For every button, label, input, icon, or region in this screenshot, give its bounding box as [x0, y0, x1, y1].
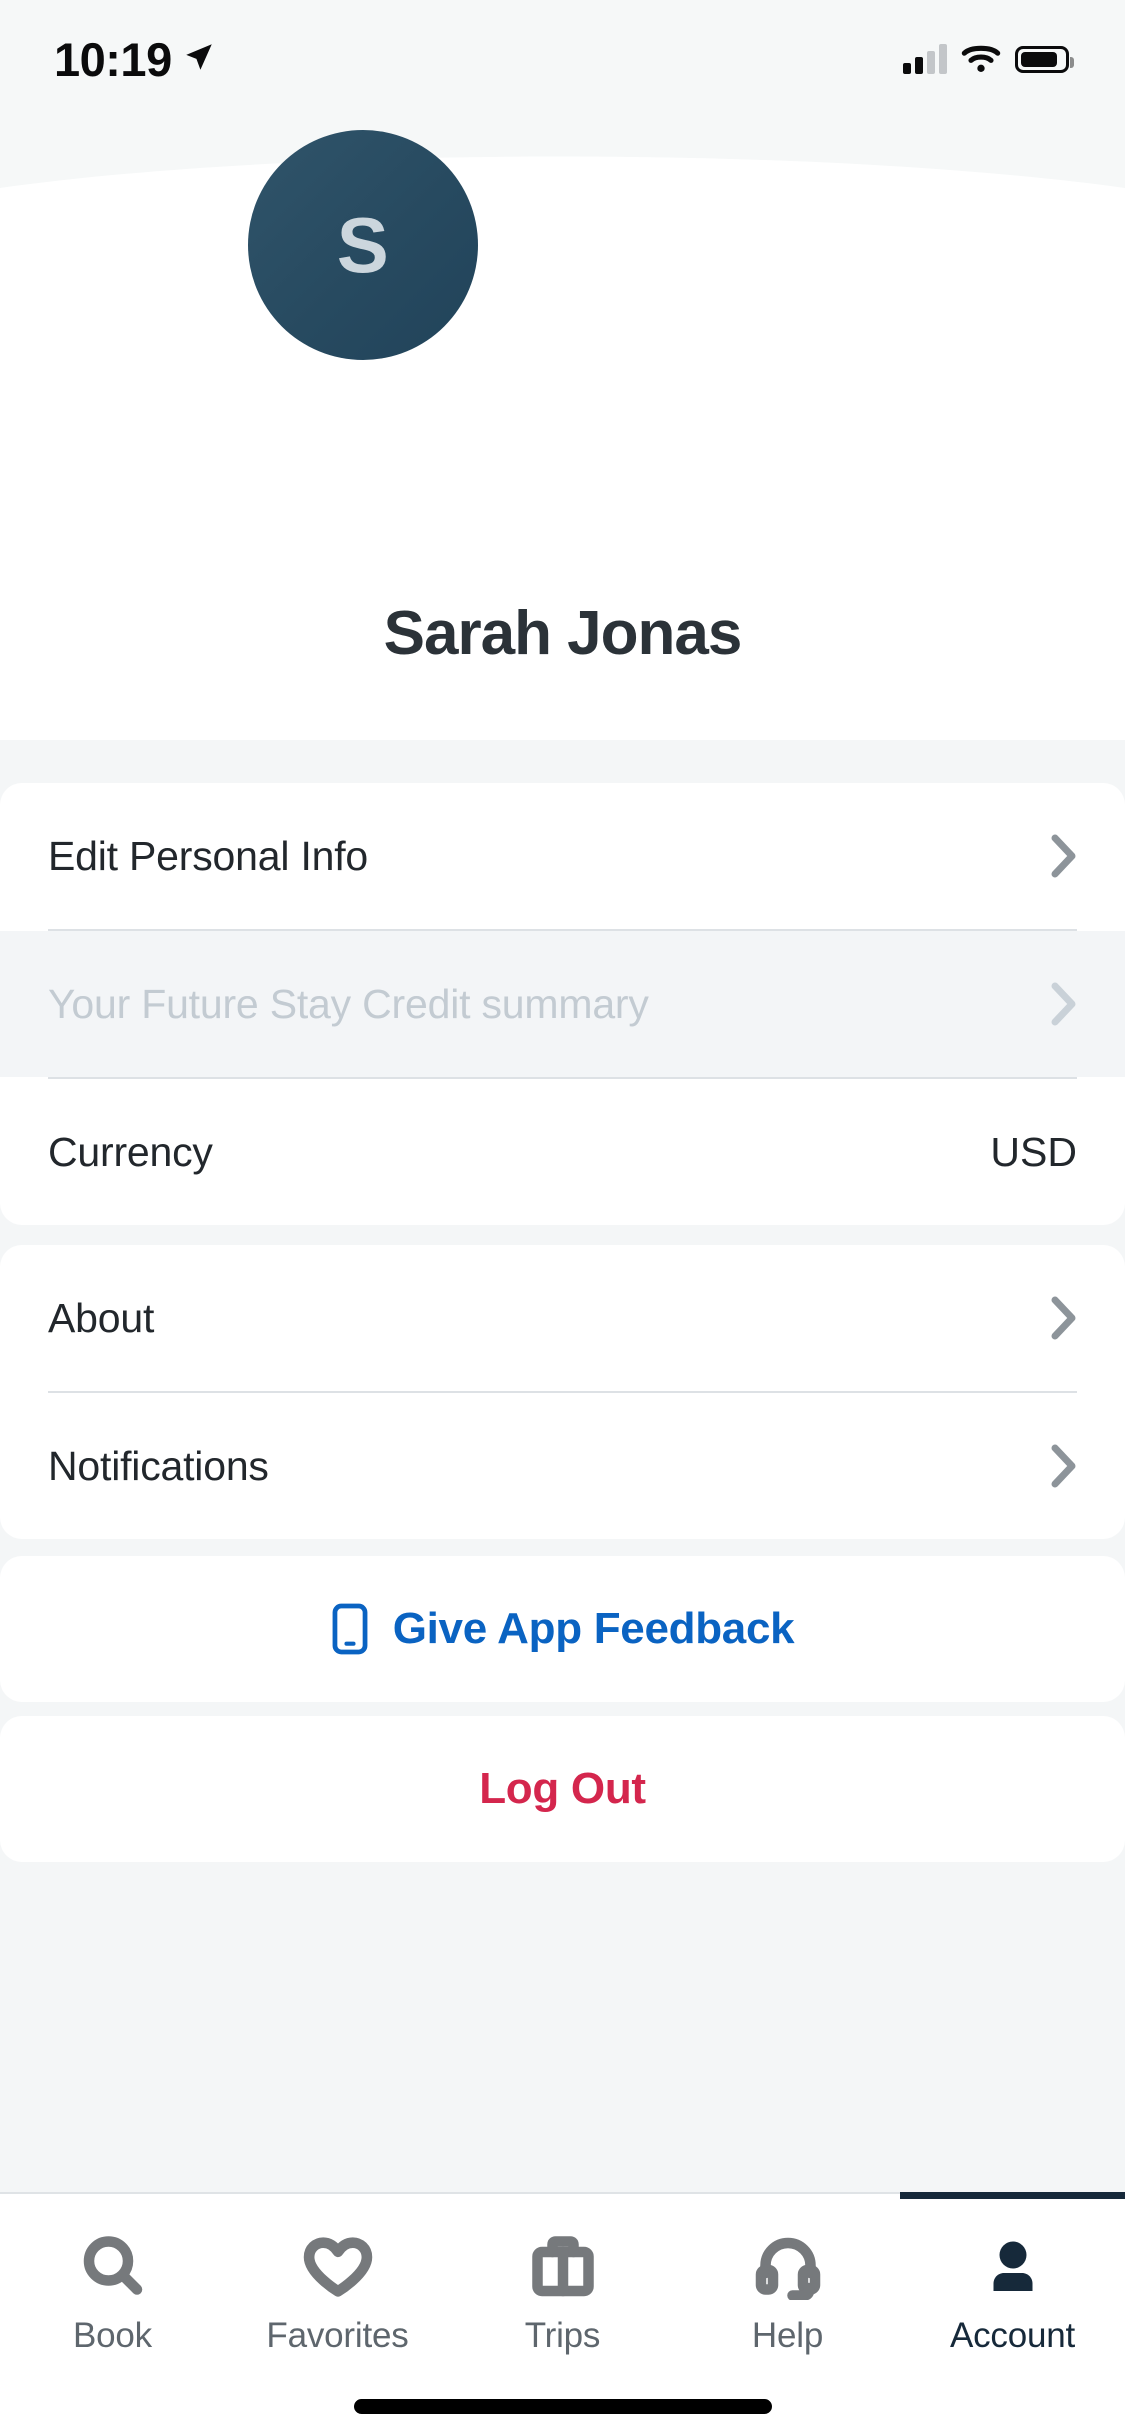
chevron-right-icon	[1051, 1296, 1076, 1340]
row-future-stay-credit[interactable]: Your Future Stay Credit summary	[0, 931, 1125, 1077]
row-about[interactable]: About	[0, 1245, 1125, 1391]
status-bar-time-group: 10:19	[54, 18, 216, 87]
row-notifications[interactable]: Notifications	[0, 1393, 1125, 1539]
log-out-button[interactable]: Log Out	[0, 1716, 1125, 1862]
log-out-card[interactable]: Log Out	[0, 1716, 1125, 1862]
tab-account[interactable]: Account	[900, 2192, 1125, 2436]
account-settings-card: Edit Personal Info Your Future Stay Cred…	[0, 783, 1125, 1225]
status-bar-indicators	[903, 30, 1074, 74]
chevron-right-icon	[1051, 834, 1076, 878]
currency-value: USD	[990, 1128, 1077, 1175]
tab-label: Favorites	[266, 2316, 409, 2355]
tab-label: Account	[949, 2316, 1076, 2355]
row-label: Currency	[48, 1128, 213, 1175]
chevron-right-icon	[1051, 1444, 1076, 1488]
avatar-initial: S	[336, 200, 390, 289]
tab-book[interactable]: Book	[0, 2194, 225, 2436]
app-screen: 10:19 S Sarah Jonas Edit Personal Info Y…	[0, 0, 1125, 2436]
tab-label: Book	[73, 2316, 152, 2355]
cellular-signal-icon	[903, 44, 947, 74]
avatar[interactable]: S	[248, 130, 478, 360]
row-edit-personal-info[interactable]: Edit Personal Info	[0, 783, 1125, 929]
tab-label: Trips	[524, 2316, 601, 2355]
give-app-feedback-card[interactable]: Give App Feedback	[0, 1556, 1125, 1702]
mobile-phone-icon	[332, 1603, 368, 1655]
row-currency[interactable]: Currency USD	[0, 1079, 1125, 1225]
location-arrow-icon	[185, 44, 212, 70]
wifi-icon	[961, 45, 1001, 72]
give-app-feedback-button[interactable]: Give App Feedback	[0, 1556, 1125, 1702]
row-label: Your Future Stay Credit summary	[48, 980, 649, 1027]
row-label: Notifications	[48, 1442, 269, 1489]
home-indicator	[353, 2399, 772, 2414]
row-label: About	[48, 1294, 155, 1341]
search-icon	[80, 2230, 146, 2304]
heart-icon	[303, 2230, 373, 2304]
log-out-label: Log Out	[479, 1764, 646, 1813]
person-icon	[980, 2230, 1046, 2304]
status-bar: 10:19	[0, 0, 1125, 104]
page-title: Sarah Jonas	[383, 599, 743, 668]
give-app-feedback-label: Give App Feedback	[392, 1604, 795, 1653]
info-settings-card: About Notifications	[0, 1245, 1125, 1539]
status-bar-time: 10:19	[54, 32, 172, 86]
tab-label: Help	[751, 2316, 824, 2355]
briefcase-icon	[530, 2230, 596, 2304]
headset-icon	[755, 2230, 821, 2304]
battery-icon	[1015, 45, 1074, 73]
chevron-right-icon	[1051, 982, 1076, 1026]
row-label: Edit Personal Info	[48, 832, 369, 879]
